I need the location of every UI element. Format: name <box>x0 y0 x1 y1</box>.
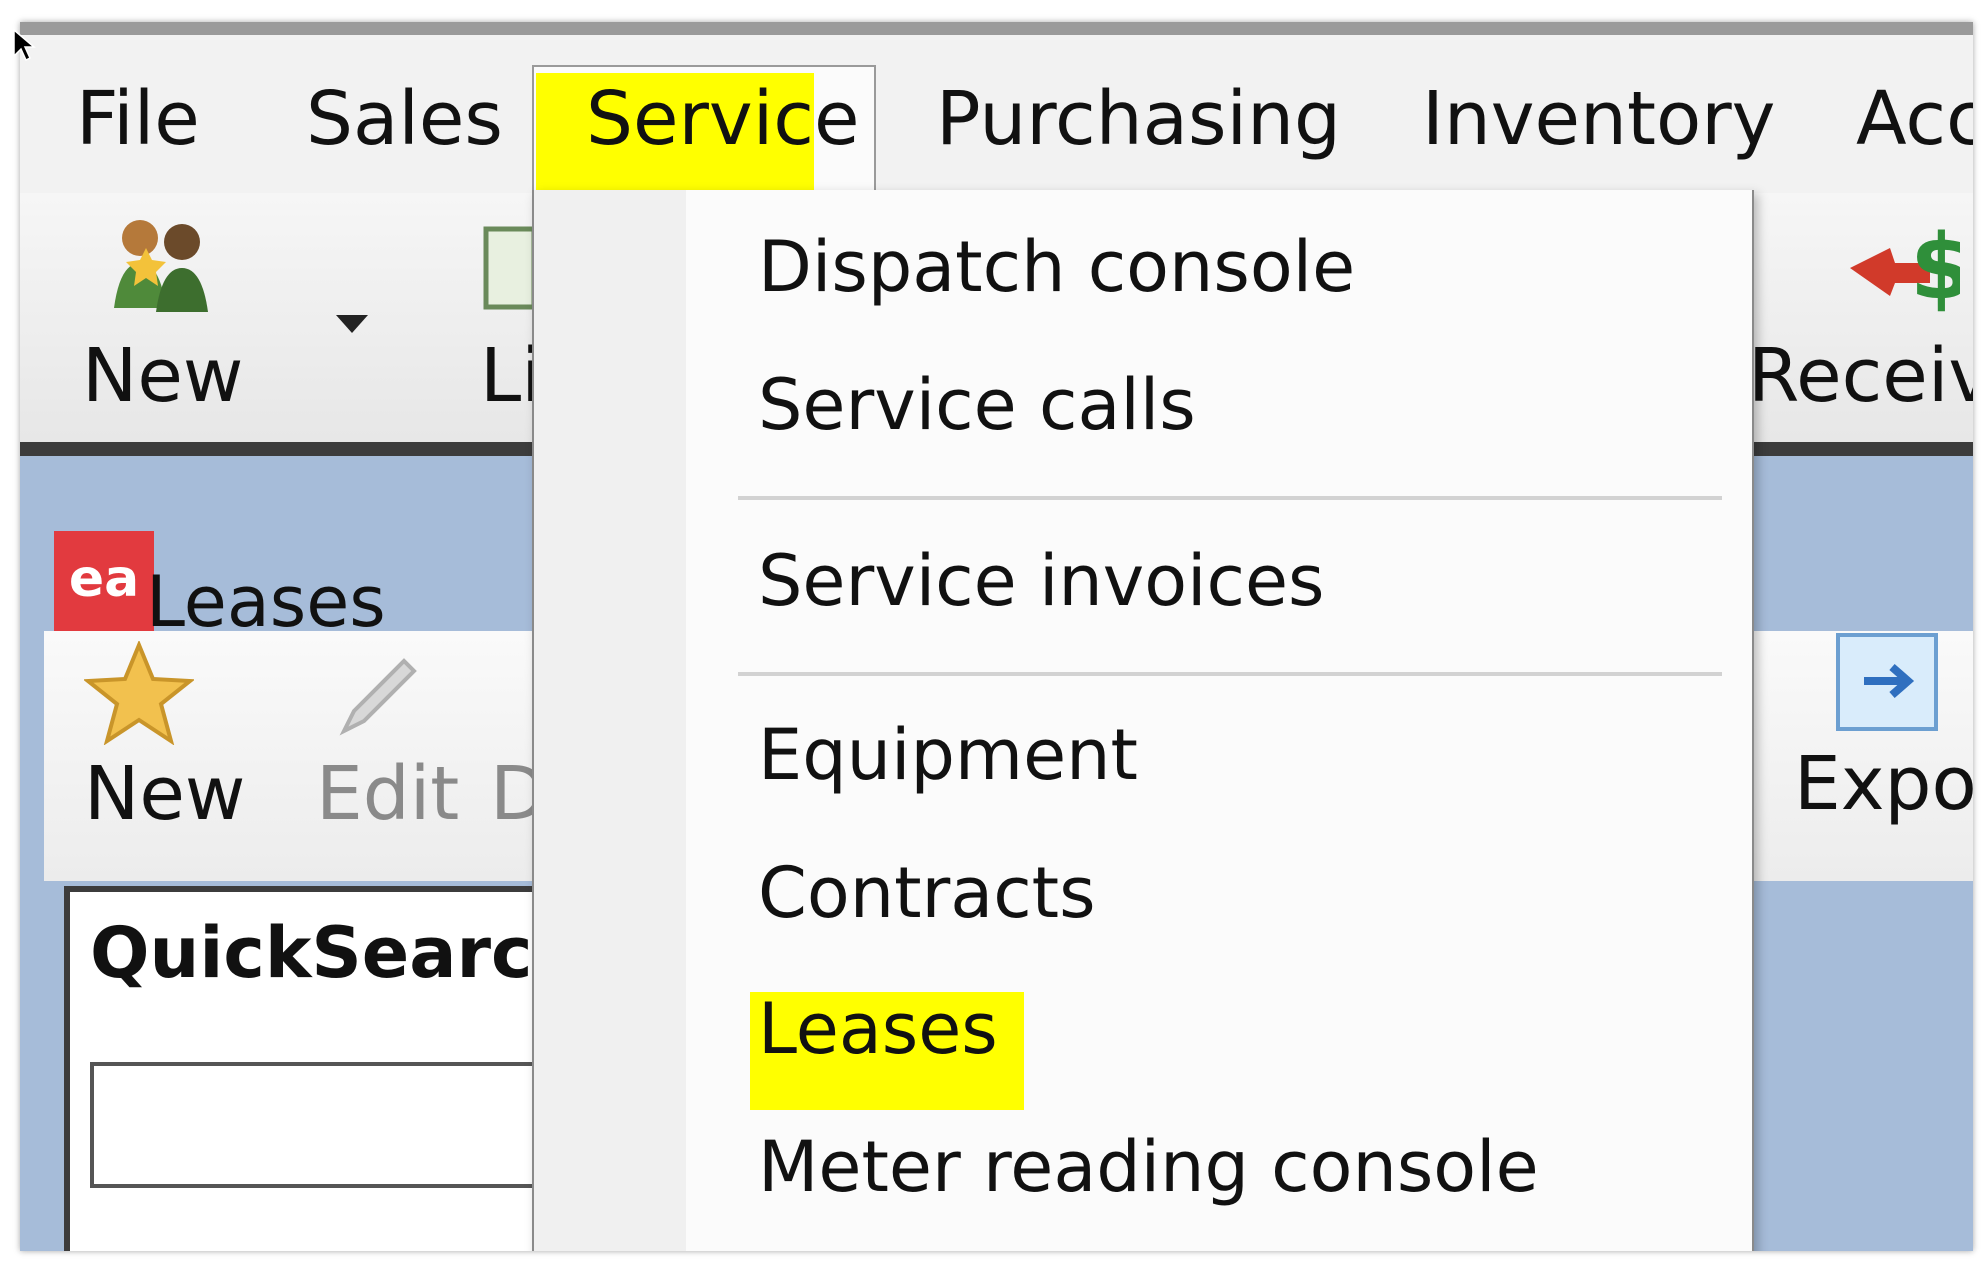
window-top-border <box>20 22 1973 35</box>
pencil-icon <box>339 658 417 736</box>
svg-text:$: $ <box>1910 215 1960 318</box>
menu-item-contracts[interactable]: Contracts <box>758 848 1096 938</box>
new-label: New <box>84 751 246 837</box>
export-label: Export <box>1794 741 1973 827</box>
app-window: File Sales Service Purchasing Inventory … <box>20 22 1973 1251</box>
menu-icon-gutter <box>534 190 686 1251</box>
list-button[interactable]: Li <box>460 213 542 423</box>
menu-inventory[interactable]: Inventory <box>1422 75 1775 163</box>
people-icon <box>114 220 208 312</box>
menu-sales[interactable]: Sales <box>306 75 503 163</box>
menu-purchasing[interactable]: Purchasing <box>936 75 1341 163</box>
new-customer-button[interactable]: New <box>60 203 280 423</box>
menu-separator <box>738 496 1722 500</box>
menu-item-dispatch-console[interactable]: Dispatch console <box>758 222 1355 312</box>
menu-separator <box>738 672 1722 676</box>
receivables-label: Receival <box>1748 333 1973 419</box>
receivables-icon: $ <box>1850 215 1960 318</box>
export-icon <box>1836 633 1938 731</box>
menu-item-meter-reading-console[interactable]: Meter reading console <box>758 1122 1539 1212</box>
new-label: New <box>82 333 244 419</box>
ea-logo: ea <box>54 531 154 631</box>
menu-item-leases[interactable]: Leases <box>758 984 998 1074</box>
receivables-button[interactable]: $ Receival <box>1720 203 1973 423</box>
menu-bar: File Sales Service Purchasing Inventory … <box>20 35 1973 205</box>
list-icon <box>483 226 537 310</box>
menu-accounting[interactable]: Acc <box>1856 75 1973 163</box>
service-dropdown-menu: Dispatch console Service calls Service i… <box>532 190 1754 1251</box>
menu-item-equipment[interactable]: Equipment <box>758 710 1138 800</box>
menu-file[interactable]: File <box>76 75 200 163</box>
star-icon <box>84 641 194 745</box>
edit-button[interactable]: Edit <box>314 641 459 861</box>
edit-label: Edit <box>316 751 460 837</box>
quicksearch-label: QuickSearch <box>90 912 583 994</box>
menu-item-service-invoices[interactable]: Service invoices <box>758 536 1325 626</box>
dropdown-arrow-icon[interactable] <box>332 311 372 335</box>
mouse-cursor-icon <box>13 28 36 62</box>
export-button[interactable]: Export <box>1774 631 1973 861</box>
new-lease-button[interactable]: New <box>64 641 246 861</box>
menu-item-service-calls[interactable]: Service calls <box>758 360 1196 450</box>
menu-service[interactable]: Service <box>586 75 860 163</box>
